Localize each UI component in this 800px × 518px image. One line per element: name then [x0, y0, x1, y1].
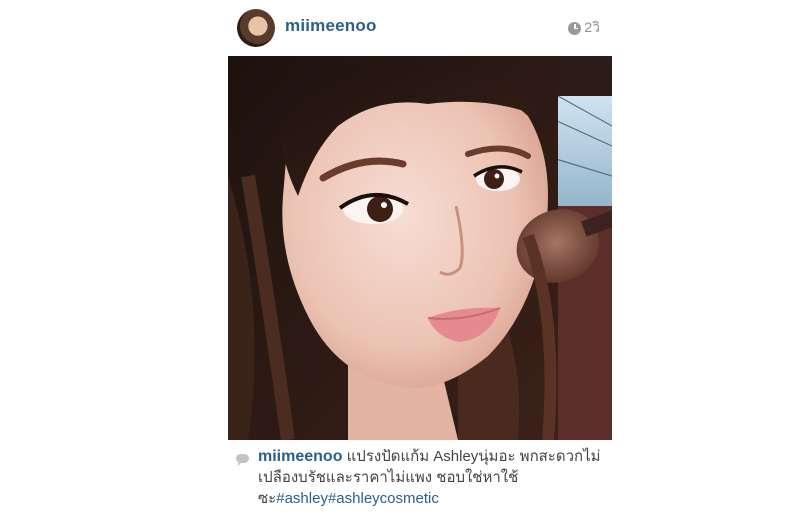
- comment-icon: [236, 454, 249, 466]
- post-time: 2วิ: [584, 19, 600, 35]
- selfie-image: [228, 56, 612, 440]
- hashtag-ashley[interactable]: #ashley: [276, 490, 328, 507]
- hashtag-ashleycosmetic[interactable]: #ashleycosmetic: [328, 490, 439, 507]
- caption-username[interactable]: miimeenoo: [258, 448, 342, 465]
- instagram-post: miimeenoo 2วิ miimeenoo แปรงปัดแก้ม Ashl…: [0, 0, 800, 518]
- post-timestamp: 2วิ: [568, 17, 600, 39]
- clock-icon: [568, 21, 582, 35]
- post-header: miimeenoo 2วิ: [228, 0, 612, 56]
- caption-text: miimeenoo แปรงปัดแก้ม Ashleyนุ่มอะ พกสะด…: [258, 446, 612, 509]
- avatar[interactable]: [237, 9, 275, 47]
- post-caption: miimeenoo แปรงปัดแก้ม Ashleyนุ่มอะ พกสะด…: [228, 446, 612, 514]
- post-username[interactable]: miimeenoo: [285, 16, 377, 36]
- post-photo[interactable]: [228, 56, 612, 440]
